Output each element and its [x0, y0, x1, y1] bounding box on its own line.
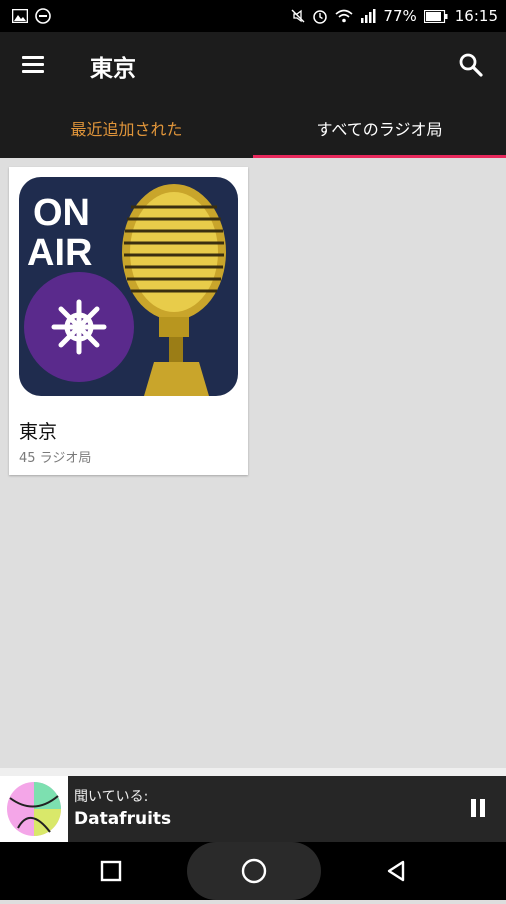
mute-icon [291, 9, 305, 23]
station-card-count: 45 ラジオ局 [19, 451, 92, 466]
battery-icon [423, 9, 448, 23]
hamburger-menu-icon[interactable] [20, 53, 48, 77]
content-area: ON AIR 東京 45 ラジオ局 [0, 158, 506, 768]
tab-bar: 最近追加された すべてのラジオ局 [0, 98, 506, 158]
now-playing-bar[interactable]: 聞いている: Datafruits [0, 776, 506, 842]
status-right: 77% 16:15 [291, 7, 498, 25]
pause-icon[interactable] [464, 795, 492, 823]
square-icon[interactable] [98, 858, 124, 884]
on-air-microphone-artwork: ON AIR [19, 177, 238, 396]
alarm-icon [313, 10, 328, 24]
signal-icon [361, 9, 376, 23]
search-icon[interactable] [456, 50, 486, 80]
clock: 16:15 [454, 7, 498, 25]
status-left [12, 8, 51, 24]
battery-percent: 77% [383, 7, 417, 25]
image-notification-icon [12, 9, 28, 23]
status-bar: 77% 16:15 [0, 0, 506, 32]
page-title: 東京 [90, 56, 136, 82]
circle-icon[interactable] [187, 842, 321, 900]
system-nav-bar [0, 842, 506, 900]
triangle-back-icon[interactable] [383, 858, 409, 884]
tokyo-emblem-icon [51, 299, 107, 355]
station-card[interactable]: ON AIR 東京 45 ラジオ局 [9, 167, 248, 475]
wifi-icon [335, 9, 353, 23]
app-bar: 東京 [0, 32, 506, 98]
station-logo [0, 776, 68, 842]
now-playing-station: Datafruits [74, 809, 172, 829]
on-text: ON [33, 192, 90, 234]
tab-all-stations[interactable]: すべてのラジオ局 [253, 98, 506, 158]
dnd-notification-icon [35, 8, 51, 24]
now-playing-label: 聞いている: [74, 789, 149, 805]
station-card-title: 東京 [19, 421, 58, 443]
divider [0, 768, 506, 776]
tab-recently-added[interactable]: 最近追加された [0, 98, 253, 158]
air-text: AIR [27, 232, 92, 274]
microphone-icon: ON AIR [24, 184, 226, 396]
